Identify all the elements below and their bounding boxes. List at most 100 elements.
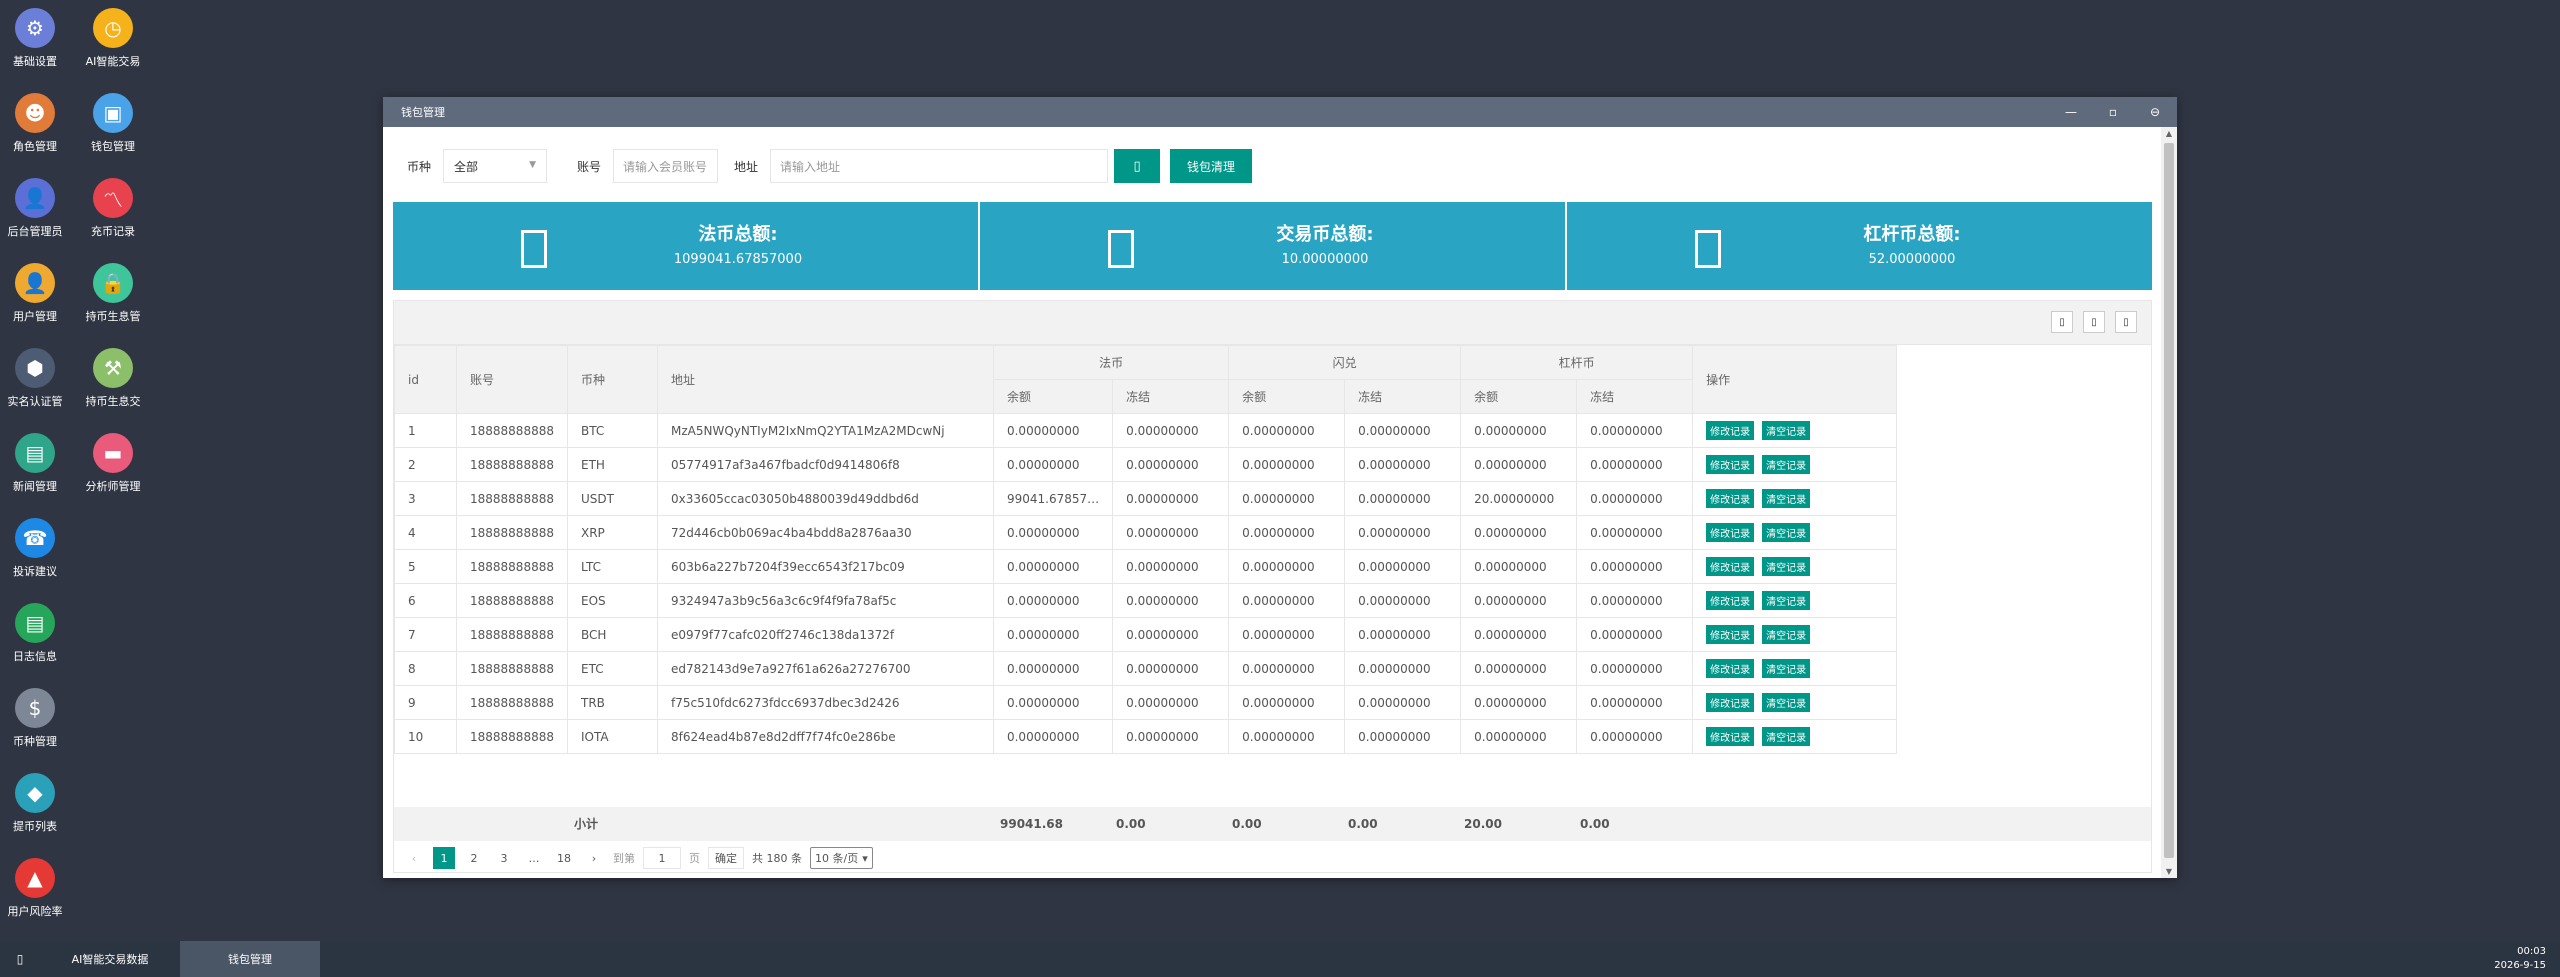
desktop-shortcut[interactable]: ▲ 用户风险率 [0, 858, 70, 943]
col-header-currency[interactable]: 币种 [566, 345, 658, 414]
cell-address: 9324947a3b9c56a3c6c9f4f9fa78af5c [656, 583, 994, 618]
clear-record-button[interactable]: 清空记录 [1762, 557, 1811, 576]
task-wallet[interactable]: 钱包管理 [180, 941, 320, 977]
per-page-select[interactable]: 10 条/页 ▾ [810, 847, 873, 869]
table-row[interactable]: 2 18888888888 ETH 05774917af3a467fbadcf0d94… [394, 447, 1898, 482]
currency-select[interactable]: 全部 ▼ [443, 149, 548, 183]
desktop-shortcut[interactable]: ▤ 新闻管理 [0, 433, 70, 518]
prev-page-button[interactable]: ‹ [403, 847, 425, 869]
minimize-icon[interactable]: — [2063, 105, 2079, 119]
desktop-shortcut[interactable]: ⚒ 持币生息交 [78, 348, 148, 433]
table-row[interactable]: 8 18888888888 ETC ed782143d9e7a927f61a626a2… [394, 651, 1898, 686]
col-header-lever-balance[interactable]: 余额 [1460, 379, 1578, 414]
task-ai-trading[interactable]: AI智能交易数据 [40, 941, 180, 977]
cell-address: 603b6a227b7204f39ecc6543f217bc09 [656, 549, 994, 584]
desktop-shortcut[interactable]: ▤ 日志信息 [0, 603, 70, 688]
table-row[interactable]: 6 18888888888 EOS 9324947a3b9c56a3c6c9f4f9f… [394, 583, 1898, 618]
window-titlebar[interactable]: 钱包管理 — ▫ ⊖ [383, 97, 2177, 127]
cell-currency: ETC [566, 651, 658, 686]
desktop-shortcut[interactable]: ☻ 角色管理 [0, 93, 70, 178]
cell-lever-frozen: 0.00000000 [1576, 651, 1694, 686]
desktop-shortcut[interactable]: ◆ 提币列表 [0, 773, 70, 858]
desktop-shortcut[interactable]: ⬢ 实名认证管 [0, 348, 70, 433]
col-header-address[interactable]: 地址 [656, 345, 994, 414]
edit-record-button[interactable]: 修改记录 [1706, 693, 1755, 712]
scroll-down-icon[interactable]: ▼ [2161, 867, 2177, 876]
chevron-down-icon: ▼ [529, 160, 537, 170]
table-row[interactable]: 1 18888888888 BTC MzA5NWQyNTIyM2IxNmQ2YTA1M… [394, 413, 1898, 448]
col-header-account[interactable]: 账号 [456, 345, 568, 414]
desktop-shortcut[interactable]: ◷ AI智能交易 [78, 8, 148, 93]
table-row[interactable]: 7 18888888888 BCH e0979f77cafc020ff2746c138… [394, 617, 1898, 652]
page-3-button[interactable]: 3 [493, 847, 515, 869]
edit-record-button[interactable]: 修改记录 [1706, 523, 1755, 542]
edit-record-button[interactable]: 修改记录 [1706, 625, 1755, 644]
desktop-shortcut-label: 实名认证管 [7, 395, 63, 408]
desktop-shortcut[interactable]: ☎ 投诉建议 [0, 518, 70, 603]
col-header-fiat-balance[interactable]: 余额 [992, 379, 1114, 414]
page-2-button[interactable]: 2 [463, 847, 485, 869]
desktop-shortcut[interactable]: 👤 后台管理员 [0, 178, 70, 263]
close-icon[interactable]: ⊖ [2147, 105, 2163, 119]
cell-flash-frozen: 0.00000000 [1344, 481, 1462, 516]
clear-record-button[interactable]: 清空记录 [1762, 625, 1811, 644]
clear-record-button[interactable]: 清空记录 [1762, 591, 1811, 610]
edit-record-button[interactable]: 修改记录 [1706, 455, 1755, 474]
summary-fiat-balance: 99041.68 [1000, 817, 1064, 831]
edit-record-button[interactable]: 修改记录 [1706, 659, 1755, 678]
clear-record-button[interactable]: 清空记录 [1762, 659, 1811, 678]
desktop-shortcut[interactable]: ▣ 钱包管理 [78, 93, 148, 178]
export-icon[interactable]: ▯ [2083, 311, 2105, 333]
col-header-flash-balance[interactable]: 余额 [1228, 379, 1346, 414]
col-header-fiat-frozen[interactable]: 冻结 [1112, 379, 1230, 414]
clear-record-button[interactable]: 清空记录 [1762, 693, 1811, 712]
edit-record-button[interactable]: 修改记录 [1706, 727, 1755, 746]
col-header-lever-frozen[interactable]: 冻结 [1576, 379, 1694, 414]
table-row[interactable]: 9 18888888888 TRB f75c510fdc6273fdcc6937dbe… [394, 685, 1898, 720]
goto-confirm-button[interactable]: 确定 [708, 847, 744, 869]
clear-record-button[interactable]: 清空记录 [1762, 489, 1811, 508]
table-row[interactable]: 5 18888888888 LTC 603b6a227b7204f39ecc6543f… [394, 549, 1898, 584]
scroll-up-icon[interactable]: ▲ [2161, 129, 2177, 138]
table-row[interactable]: 4 18888888888 XRP 72d446cb0b069ac4ba4bdd8a2… [394, 515, 1898, 550]
desktop-shortcut[interactable]: 👤 用户管理 [0, 263, 70, 348]
cell-account: 18888888888 [456, 447, 568, 482]
print-icon[interactable]: ▯ [2115, 311, 2137, 333]
col-header-flash-frozen[interactable]: 冻结 [1344, 379, 1462, 414]
clear-record-button[interactable]: 清空记录 [1762, 421, 1811, 440]
clear-record-button[interactable]: 清空记录 [1762, 455, 1811, 474]
desktop-shortcut[interactable]: ⚙ 基础设置 [0, 8, 70, 93]
cell-lever-frozen: 0.00000000 [1576, 549, 1694, 584]
table-row[interactable]: 3 18888888888 USDT 0x33605ccac03050b4880039… [394, 481, 1898, 516]
edit-record-button[interactable]: 修改记录 [1706, 421, 1755, 440]
start-menu-icon[interactable]: ▯ [0, 952, 40, 966]
table-row[interactable]: 10 18888888888 IOTA 8f624ead4b87e8d2dff7f74… [394, 719, 1898, 754]
placeholder-icon [521, 230, 547, 268]
scroll-thumb[interactable] [2164, 143, 2174, 858]
desktop-shortcut[interactable]: ▬ 分析师管理 [78, 433, 148, 518]
taskbar: ▯ AI智能交易数据 钱包管理 00:03 2026-9-15 [0, 941, 2560, 977]
address-input[interactable]: 请输入地址 [770, 149, 1109, 183]
columns-filter-icon[interactable]: ▯ [2051, 311, 2073, 333]
desktop-shortcut[interactable]: $ 币种管理 [0, 688, 70, 773]
maximize-icon[interactable]: ▫ [2105, 105, 2121, 119]
col-header-id[interactable]: id [394, 345, 457, 414]
wallet-clear-button[interactable]: 钱包清理 [1170, 149, 1253, 183]
account-input[interactable]: 请输入会员账号 [613, 149, 719, 183]
edit-record-button[interactable]: 修改记录 [1706, 489, 1755, 508]
edit-record-button[interactable]: 修改记录 [1706, 591, 1755, 610]
edit-record-button[interactable]: 修改记录 [1706, 557, 1755, 576]
cell-flash-balance: 0.00000000 [1228, 549, 1346, 584]
page-18-button[interactable]: 18 [553, 847, 575, 869]
clear-record-button[interactable]: 清空记录 [1762, 727, 1811, 746]
cell-fiat-balance: 0.00000000 [992, 719, 1114, 754]
window-scrollbar[interactable]: ▲ ▼ [2161, 127, 2177, 878]
goto-page-input[interactable]: 1 [643, 847, 681, 869]
desktop-shortcut[interactable]: 🔒 持币生息管 [78, 263, 148, 348]
cell-currency: ETH [566, 447, 658, 482]
page-1-button[interactable]: 1 [433, 847, 455, 869]
next-page-button[interactable]: › [583, 847, 605, 869]
clear-record-button[interactable]: 清空记录 [1762, 523, 1811, 542]
search-button[interactable]: ▯ [1114, 149, 1161, 183]
desktop-shortcut[interactable]: 〽充币记录 [78, 178, 148, 263]
